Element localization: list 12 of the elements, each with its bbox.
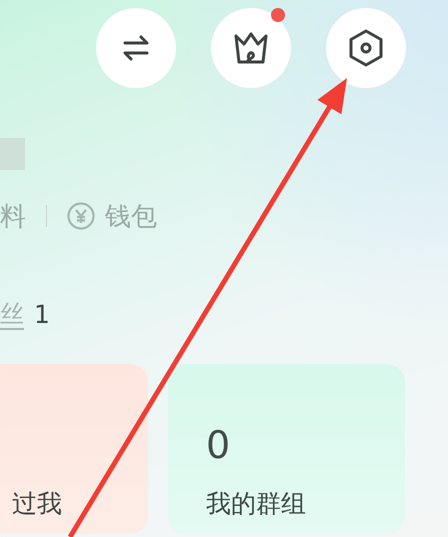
card-count: 0 [206,423,232,467]
card-label: 过我 [12,488,62,520]
yen-coin-icon [67,202,95,230]
card-label: 我的群组 [206,488,306,520]
groups-card[interactable]: 0 我的群组 [168,364,405,534]
fans-count: 1 [34,300,50,328]
settings-icon [347,28,385,68]
visitors-card[interactable]: 过我 [0,364,148,534]
swap-icon [121,33,151,63]
wallet-link[interactable]: 钱包 [105,198,157,234]
fans-label[interactable]: 丝 [0,298,24,330]
profile-link[interactable]: 料 [0,198,26,234]
